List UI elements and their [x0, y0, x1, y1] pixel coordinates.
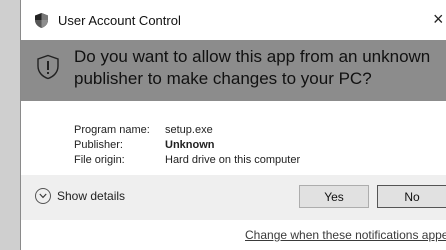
- file-origin-value: Hard drive on this computer: [165, 154, 301, 166]
- warning-shield-icon: [35, 54, 61, 80]
- program-name-row: Program name: setup.exe: [74, 123, 300, 138]
- title-bar: User Account Control ×: [21, 0, 446, 40]
- show-details-toggle[interactable]: Show details: [35, 188, 125, 204]
- program-name-label: Program name:: [74, 124, 150, 136]
- dialog-footer: Show details Yes No: [21, 175, 446, 220]
- prompt-header: Do you want to allow this app from an un…: [21, 40, 446, 101]
- shield-icon: [33, 12, 50, 29]
- file-origin-row: File origin: Hard drive on this computer: [74, 153, 300, 168]
- chevron-down-icon: [35, 188, 51, 204]
- publisher-label: Publisher:: [74, 139, 123, 151]
- publisher-row: Publisher: Unknown: [74, 138, 300, 153]
- program-name-value: setup.exe: [165, 124, 213, 136]
- window-title: User Account Control: [58, 12, 181, 28]
- no-button[interactable]: No: [377, 185, 446, 208]
- prompt-question: Do you want to allow this app from an un…: [74, 47, 431, 88]
- publisher-value: Unknown: [165, 139, 215, 151]
- uac-dialog: User Account Control × Do you want to al…: [20, 0, 446, 250]
- change-notifications-link[interactable]: Change when these notifications appea: [245, 228, 446, 242]
- close-button[interactable]: ×: [433, 8, 446, 30]
- app-details: Program name: setup.exe Publisher: Unkno…: [74, 123, 300, 168]
- show-details-label: Show details: [57, 189, 126, 203]
- yes-button[interactable]: Yes: [299, 185, 369, 208]
- file-origin-label: File origin:: [74, 154, 125, 166]
